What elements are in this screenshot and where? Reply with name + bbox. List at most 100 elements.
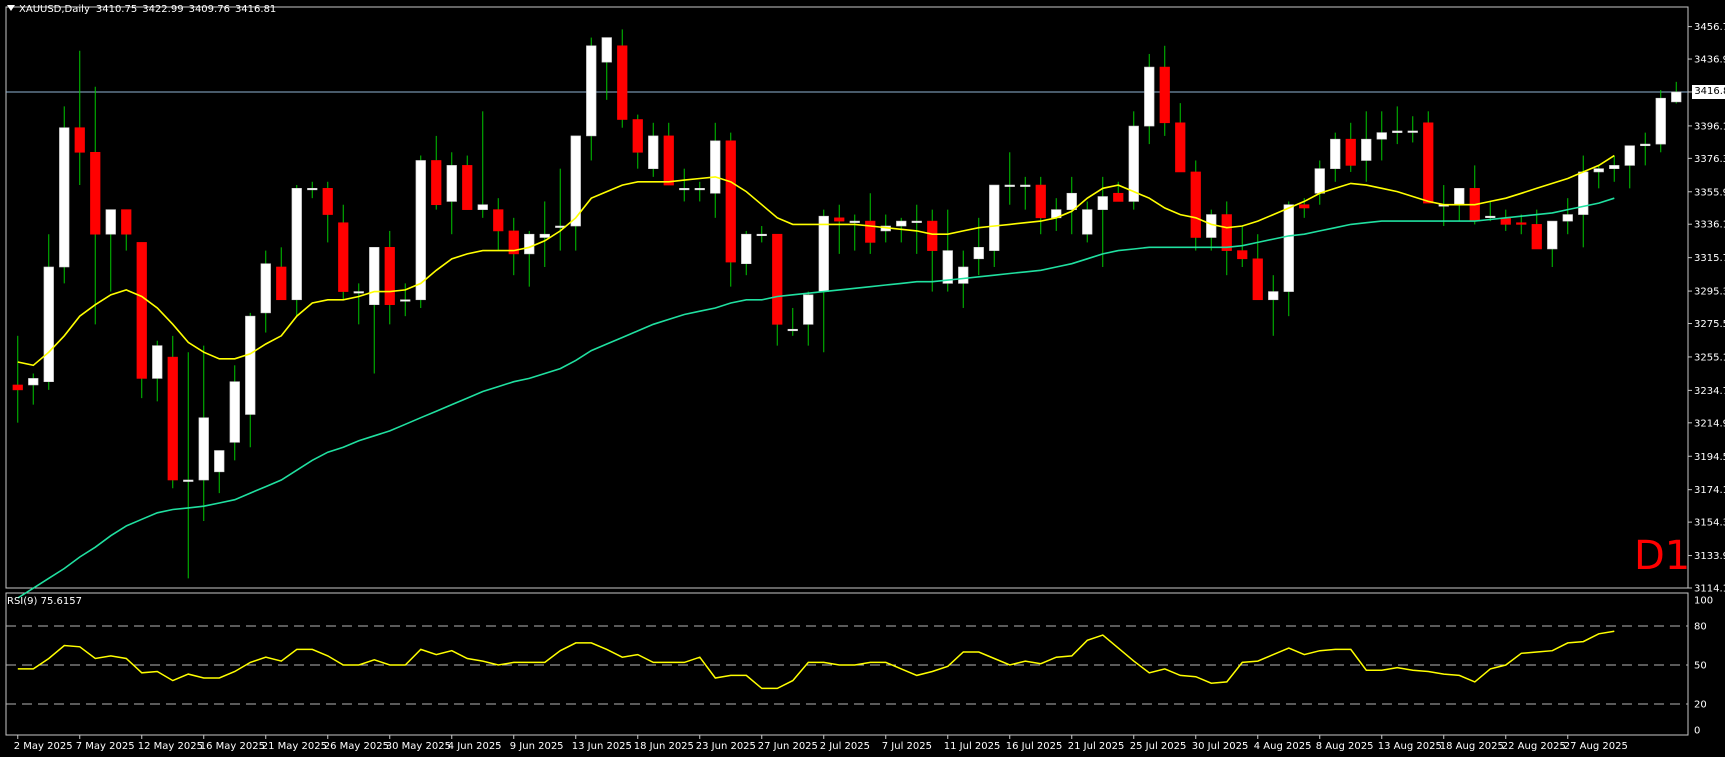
price-tick-label: 3355.90 — [1694, 187, 1725, 198]
candle-body — [1190, 171, 1201, 238]
date-tick-label: 16 May 2025 — [200, 741, 265, 752]
price-tick-label: 3456.70 — [1694, 22, 1725, 33]
candle-body — [927, 220, 938, 251]
candle-body — [1175, 122, 1186, 173]
candle-body — [694, 188, 705, 191]
date-tick-label: 27 Aug 2025 — [1564, 741, 1628, 752]
date-tick-label: 22 Aug 2025 — [1502, 741, 1566, 752]
rsi-tick-label: 100 — [1694, 596, 1713, 607]
candle-body — [1082, 209, 1093, 235]
candle-body — [167, 356, 178, 481]
price-tick-label: 3376.30 — [1694, 154, 1725, 165]
candle-body — [617, 45, 628, 120]
price-tick-label: 3114.10 — [1694, 584, 1725, 595]
date-tick-label: 9 Jun 2025 — [510, 741, 564, 752]
candle-body — [105, 209, 116, 235]
candle-body — [958, 266, 969, 284]
timeframe-label: D1 — [1634, 533, 1691, 579]
high-value: 3422.99 — [142, 4, 184, 15]
candle-body — [756, 233, 767, 237]
candle-body — [1299, 204, 1310, 209]
candle-body — [1113, 192, 1124, 202]
candle-body — [1066, 192, 1077, 210]
rsi-tick-label: 20 — [1694, 700, 1707, 711]
candle-body — [276, 266, 287, 301]
candle-body — [446, 165, 457, 202]
price-tick-label: 3194.50 — [1694, 452, 1725, 463]
candle-body — [307, 188, 318, 191]
date-tick-label: 18 Aug 2025 — [1440, 741, 1504, 752]
candlestick-series — [12, 29, 1682, 579]
dropdown-triangle-icon[interactable] — [7, 5, 15, 11]
date-tick-label: 25 Jul 2025 — [1130, 741, 1187, 752]
candle-body — [1655, 97, 1666, 145]
price-tick-label: 3436.90 — [1694, 55, 1725, 66]
candle-body — [601, 37, 612, 63]
chart-canvas: 3456.70 3436.90 3416.81 3396.10 3376.30 3355.… — [5, 6, 1725, 752]
candle-body — [415, 160, 426, 301]
date-tick-label: 21 Jul 2025 — [1068, 741, 1125, 752]
candle-body — [989, 184, 1000, 251]
candle-body — [1516, 222, 1527, 225]
candle-body — [725, 140, 736, 263]
candle-body — [400, 299, 411, 302]
candle-body — [1547, 220, 1558, 250]
price-tick-label: 3295.30 — [1694, 287, 1725, 298]
ma-fast-line — [17, 154, 1615, 367]
candle-body — [1640, 143, 1651, 147]
rsi-header: RSI(9) 75.6157 — [7, 596, 82, 607]
candle-body — [1237, 250, 1248, 260]
candle-body — [260, 263, 271, 314]
candle-body — [214, 450, 225, 473]
candle-body — [1268, 291, 1279, 301]
candle-body — [1252, 258, 1263, 301]
date-tick-label: 2 May 2025 — [14, 741, 73, 752]
candle-body — [1578, 171, 1589, 215]
date-tick-label: 13 Aug 2025 — [1378, 741, 1442, 752]
price-tick-label: 3133.90 — [1694, 551, 1725, 562]
candle-body — [803, 294, 814, 325]
candle-body — [911, 220, 922, 223]
candle-body — [198, 417, 209, 481]
candle-body — [818, 215, 829, 292]
chart-header[interactable]: XAUUSD,Daily 3410.75 3422.99 3409.76 3416.81 — [7, 4, 281, 15]
candle-body — [896, 220, 907, 227]
candle-body — [1392, 130, 1403, 133]
price-tick-label: 3336.10 — [1694, 220, 1725, 231]
candle-body — [431, 160, 442, 206]
candle-body — [90, 151, 101, 235]
candle-body — [369, 247, 380, 305]
rsi-tick-label: 80 — [1694, 622, 1707, 633]
rsi-pane-frame — [5, 592, 1689, 736]
price-tick-label: 3174.10 — [1694, 485, 1725, 496]
candle-body — [586, 45, 597, 137]
candle-body — [1035, 184, 1046, 219]
last-price-marker: 3416.81 — [1692, 84, 1725, 99]
candle-body — [291, 188, 302, 301]
candle-body — [245, 315, 256, 415]
candle-body — [1020, 184, 1031, 187]
candle-body — [942, 250, 953, 284]
date-tick-label: 4 Jun 2025 — [448, 741, 502, 752]
price-tick-label: 3255.10 — [1694, 352, 1725, 363]
candle-body — [1314, 168, 1325, 194]
candle-body — [1097, 196, 1108, 210]
price-tick-label: 3234.70 — [1694, 386, 1725, 397]
candle-body — [1407, 130, 1418, 133]
date-tick-label: 30 May 2025 — [386, 741, 451, 752]
candle-body — [539, 233, 550, 238]
candle-body — [43, 266, 54, 382]
date-tick-label: 4 Aug 2025 — [1254, 741, 1312, 752]
candle-body — [1624, 145, 1635, 166]
candle-body — [1671, 91, 1682, 103]
candle-body — [121, 209, 132, 235]
candle-body — [1206, 214, 1217, 238]
symbol-label: XAUUSD,Daily — [19, 4, 90, 15]
candle-body — [59, 127, 70, 268]
candle-body — [74, 127, 85, 153]
price-tick-label: 3315.70 — [1694, 253, 1725, 264]
ma-slow-line — [17, 197, 1615, 599]
main-pane-frame — [5, 6, 1689, 589]
price-tick-label: 3275.50 — [1694, 319, 1725, 330]
candle-body — [849, 220, 860, 223]
